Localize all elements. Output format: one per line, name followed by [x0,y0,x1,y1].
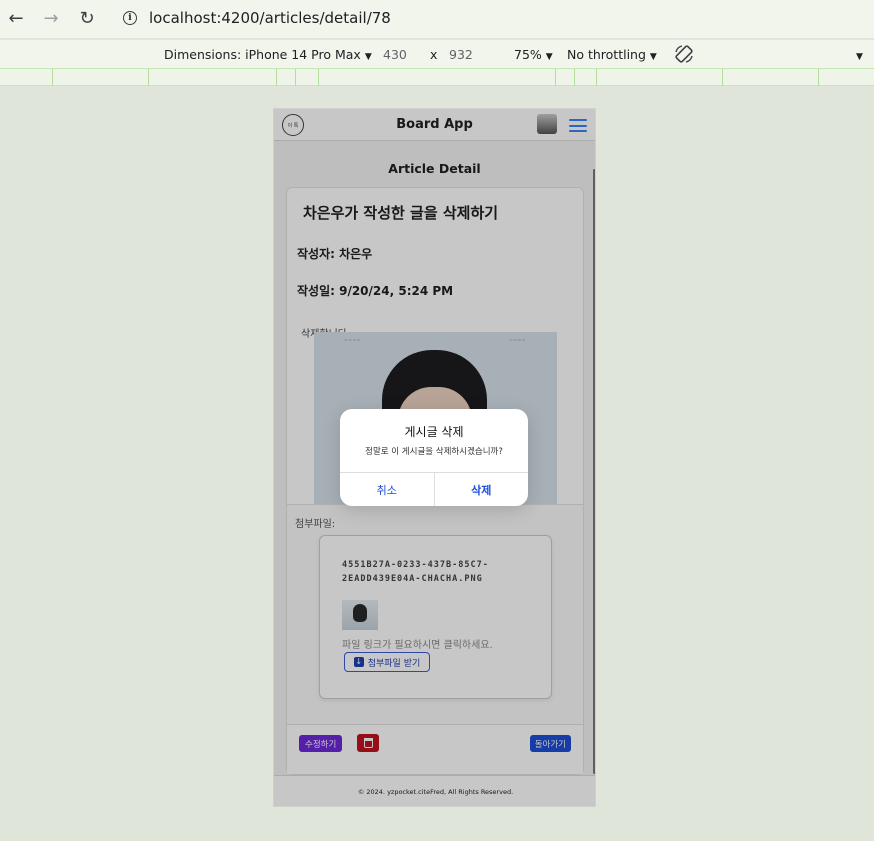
reload-icon[interactable]: ↻ [76,7,98,29]
throttling-select[interactable]: No throttling ▼ [567,47,657,62]
media-query-ruler [0,68,874,86]
dialog-buttons: 취소 삭제 [340,472,528,506]
zoom-label: 75% [514,47,542,62]
throttling-label: No throttling [567,47,646,62]
delete-confirm-dialog: 게시글 삭제 정말로 이 게시글을 삭제하시겠습니까? 취소 삭제 [340,409,528,506]
device-toolbar: Dimensions: iPhone 14 Pro Max ▼ 430 x 932… [0,40,874,68]
browser-toolbar: ← → ↻ i localhost:4200/articles/detail/7… [0,0,874,38]
caret-down-icon: ▼ [545,52,553,62]
caret-down-icon: ▼ [649,52,657,62]
dimension-separator: x [430,47,438,62]
dimensions-select[interactable]: Dimensions: iPhone 14 Pro Max ▼ [164,47,372,62]
back-arrow-icon[interactable]: ← [5,7,27,29]
width-input[interactable]: 430 [383,47,407,62]
confirm-delete-button[interactable]: 삭제 [435,473,529,506]
more-options-icon[interactable]: ▼ [852,47,863,62]
address-bar[interactable]: i localhost:4200/articles/detail/78 [113,3,874,33]
dimensions-label: Dimensions: iPhone 14 Pro Max [164,47,361,62]
height-input[interactable]: 932 [449,47,473,62]
dialog-title: 게시글 삭제 [404,425,464,439]
rotate-icon[interactable] [674,44,694,64]
zoom-select[interactable]: 75% ▼ [514,47,553,62]
forward-arrow-icon[interactable]: → [40,7,62,29]
dialog-message: 정말로 이 게시글을 삭제하시겠습니까? [365,447,503,457]
caret-down-icon: ▼ [364,52,372,62]
cancel-button[interactable]: 취소 [340,473,435,506]
url-text[interactable]: localhost:4200/articles/detail/78 [149,9,391,27]
site-info-icon[interactable]: i [123,11,137,25]
